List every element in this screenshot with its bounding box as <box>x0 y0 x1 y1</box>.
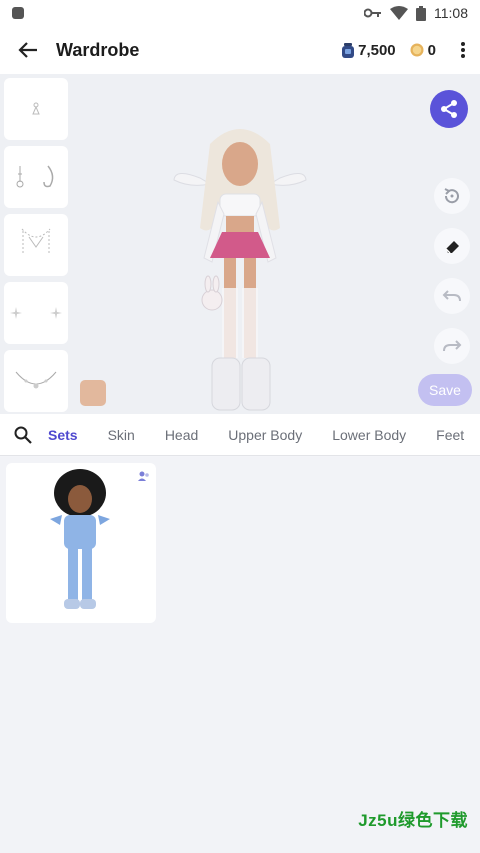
overflow-menu-button[interactable] <box>446 26 480 74</box>
tab-sets[interactable]: Sets <box>46 427 93 443</box>
tab-upper-body[interactable]: Upper Body <box>213 427 317 443</box>
tab-feet[interactable]: Feet <box>421 427 479 443</box>
necklace-pendant-icon <box>15 371 57 389</box>
set-avatar-preview <box>50 469 110 609</box>
search-icon <box>14 426 32 444</box>
equipped-item-thumb[interactable] <box>4 282 68 344</box>
tab-lower-body[interactable]: Lower Body <box>317 427 421 443</box>
share-button[interactable] <box>430 90 468 128</box>
coins-count: 0 <box>427 41 436 59</box>
page-title: Wardrobe <box>56 39 140 60</box>
necklace-chain-icon <box>21 228 51 255</box>
tab-head[interactable]: Head <box>150 427 213 443</box>
equipped-item-thumb[interactable] <box>4 350 68 412</box>
reset-button[interactable] <box>434 178 470 214</box>
save-button[interactable]: Save <box>418 374 472 406</box>
coin-icon <box>410 43 424 57</box>
undo-icon <box>442 290 461 302</box>
equipped-item-thumb[interactable] <box>4 214 68 276</box>
undo-button[interactable] <box>434 278 470 314</box>
gems-balance[interactable]: 7,500 <box>342 42 396 59</box>
category-tabs: Sets Skin Head Upper Body Lower Body Fee… <box>0 414 480 456</box>
equipped-item-thumb[interactable] <box>4 78 68 140</box>
watermark-text: Jz5u绿色下载 <box>358 811 468 830</box>
status-time: 11:08 <box>434 5 468 21</box>
earrings-hoop-icon <box>16 165 54 188</box>
face-sparkles-icon <box>10 307 62 319</box>
avatar-preview[interactable] <box>170 118 310 418</box>
reset-icon <box>444 188 459 204</box>
key-icon <box>364 8 381 18</box>
more-vertical-icon <box>461 42 465 58</box>
arrow-left-icon <box>18 42 37 58</box>
battery-icon <box>416 5 426 21</box>
tab-skin[interactable]: Skin <box>93 427 150 443</box>
owner-user-icon <box>138 471 149 481</box>
app-bar: Wardrobe 7,500 0 <box>0 26 480 74</box>
gem-jar-icon <box>342 42 355 58</box>
skin-color-swatch[interactable] <box>80 380 106 406</box>
avatar-stage: Save <box>0 74 480 414</box>
set-card[interactable] <box>6 463 156 623</box>
earring-small-icon <box>32 102 40 115</box>
search-button[interactable] <box>0 414 46 455</box>
currency-display: 7,500 0 <box>342 42 446 59</box>
gems-count: 7,500 <box>358 41 396 59</box>
share-icon <box>441 100 457 118</box>
app-notification-icon <box>12 7 24 19</box>
redo-button[interactable] <box>434 328 470 364</box>
eraser-icon <box>445 241 459 254</box>
eraser-button[interactable] <box>434 228 470 264</box>
wifi-icon <box>390 6 408 20</box>
status-bar: 11:08 <box>0 0 480 26</box>
redo-icon <box>443 340 462 352</box>
equipped-item-thumb[interactable] <box>4 146 68 208</box>
equipped-items-list <box>4 78 70 412</box>
coins-balance[interactable]: 0 <box>410 42 436 59</box>
sets-grid <box>0 457 480 853</box>
back-button[interactable] <box>0 26 56 74</box>
